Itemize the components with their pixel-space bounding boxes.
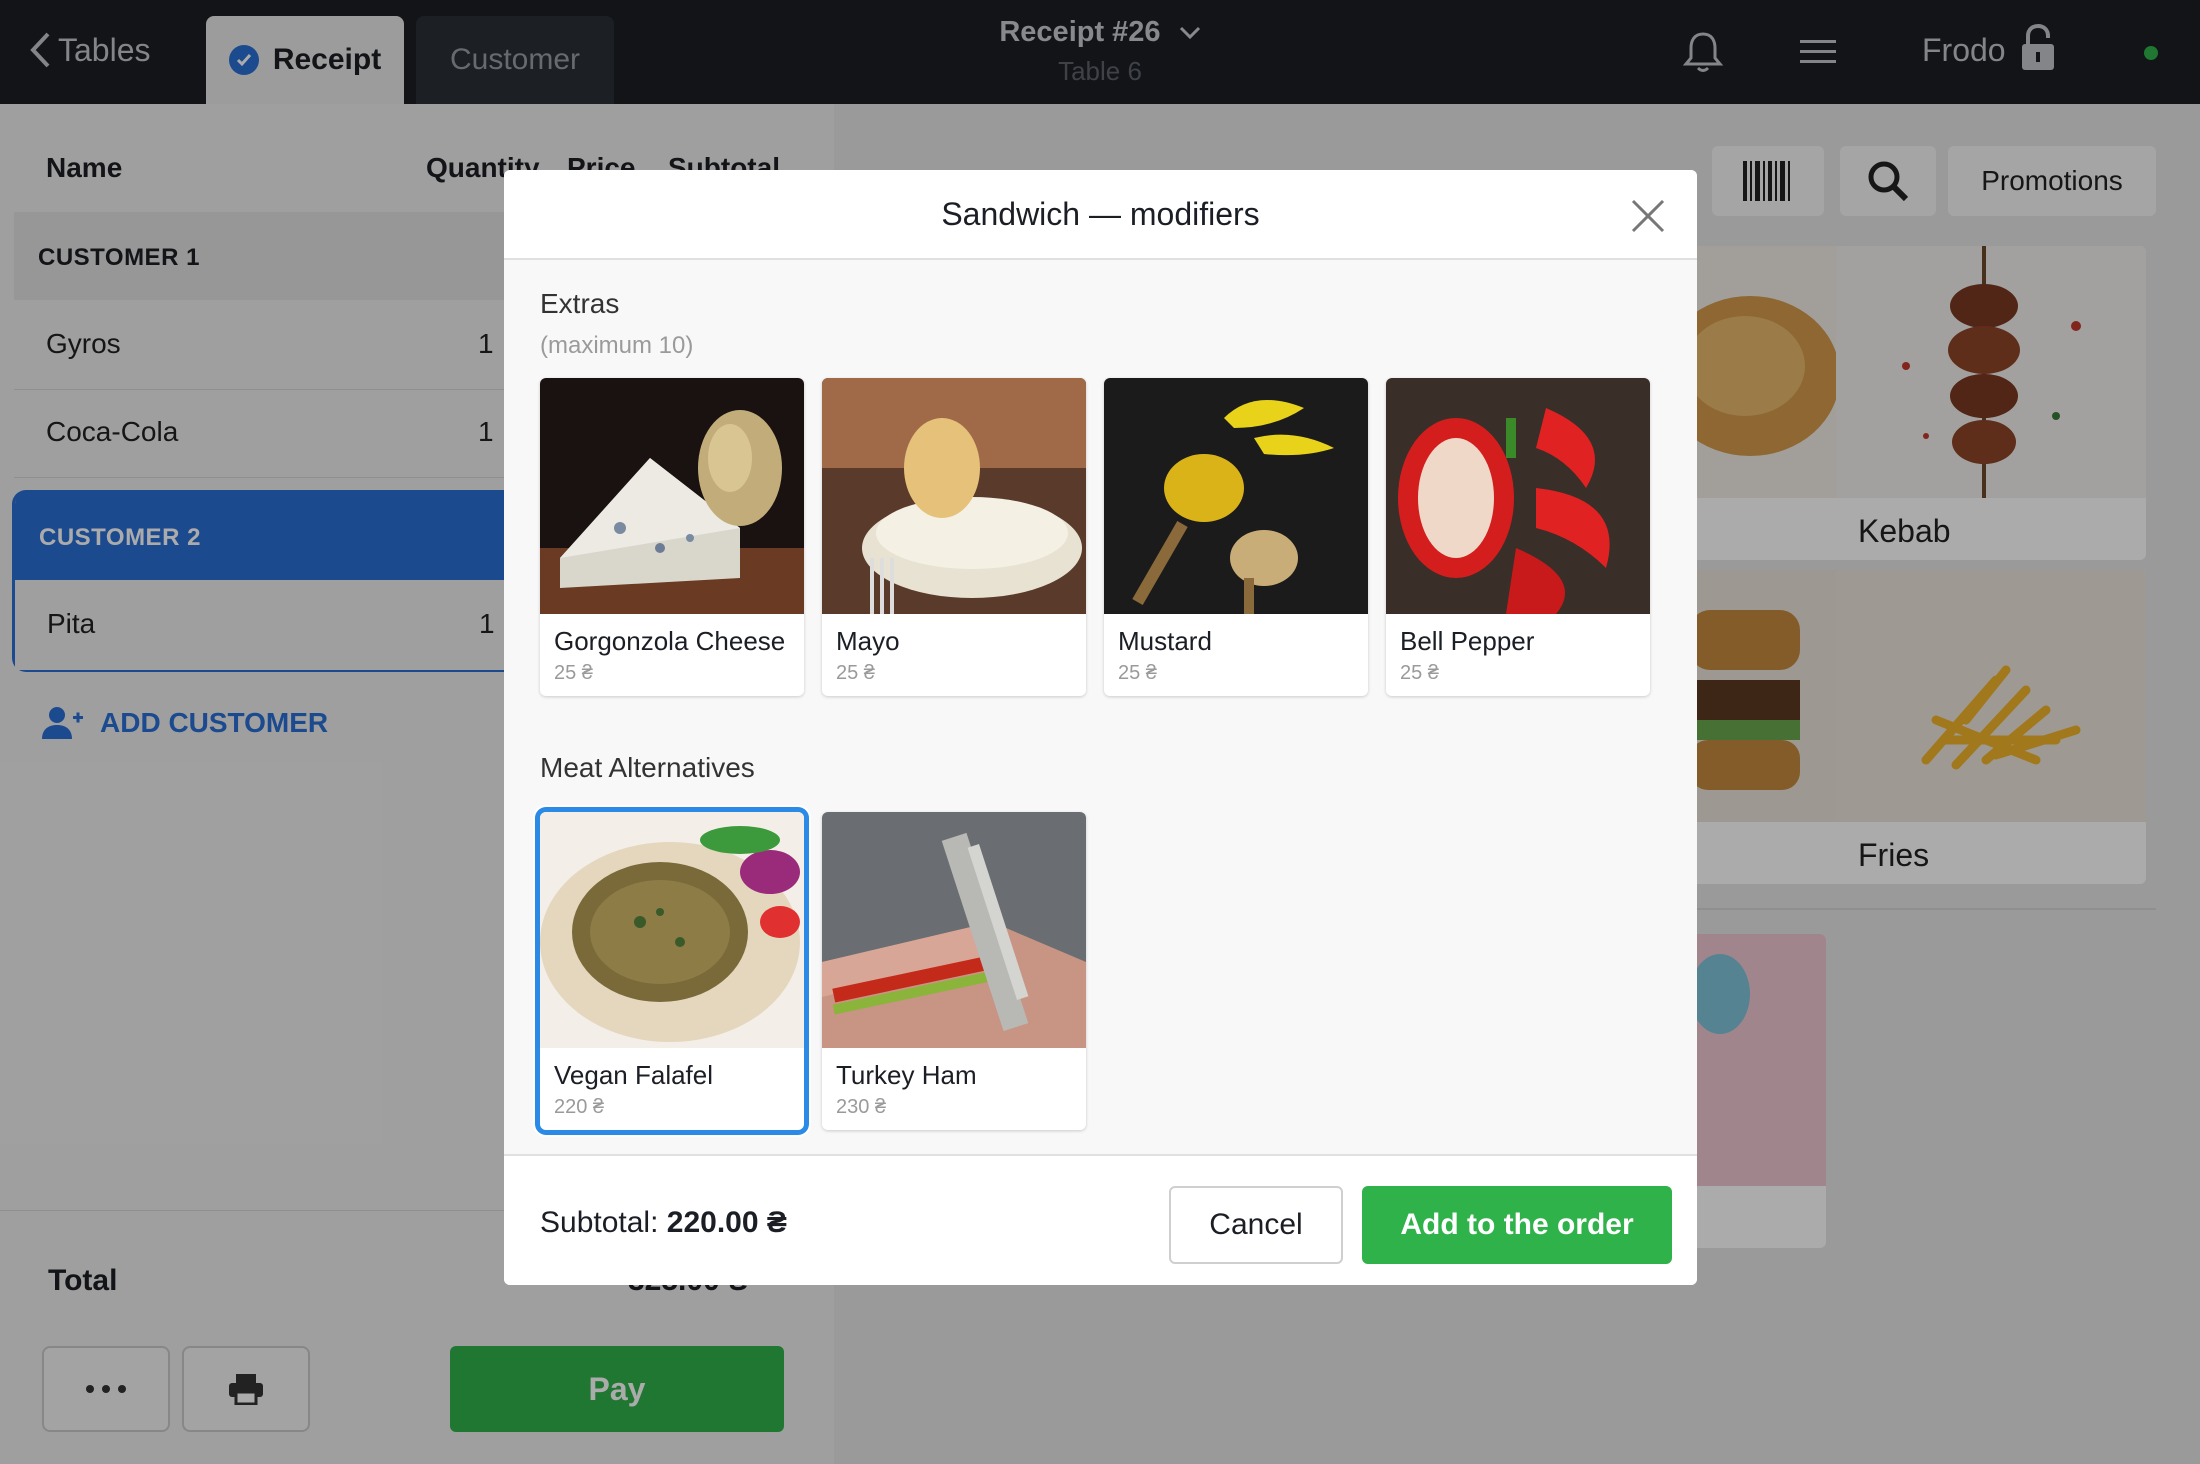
modifier-name: Mayo	[836, 626, 900, 656]
modifier-name: Gorgonzola Cheese	[554, 626, 786, 656]
modifier-name: Mustard	[1118, 626, 1212, 656]
modifier-price: 25 ₴	[1400, 662, 1439, 684]
modifier-card[interactable]: Turkey Ham 230 ₴	[822, 812, 1086, 1130]
bell-pepper-image	[1386, 378, 1650, 614]
modifier-name: Bell Pepper	[1400, 626, 1535, 656]
modifier-card[interactable]: Mayo 25 ₴	[822, 378, 1086, 696]
modifier-price: 230 ₴	[836, 1096, 887, 1118]
mayo-image	[822, 378, 1086, 614]
modifier-card-selected[interactable]: Vegan Falafel 220 ₴	[540, 812, 804, 1130]
modifier-price: 25 ₴	[836, 662, 875, 684]
modifier-price: 25 ₴	[554, 662, 593, 684]
modifier-card[interactable]: Bell Pepper 25 ₴	[1386, 378, 1650, 696]
vegan-falafel-image	[540, 812, 804, 1048]
modifiers-dialog: Sandwich — modifiers Extras (maximum 10)…	[504, 170, 1697, 1285]
dialog-subtotal: Subtotal: 220.00 ₴	[540, 1206, 787, 1240]
modifier-name: Vegan Falafel	[554, 1060, 714, 1090]
modifier-card[interactable]: Gorgonzola Cheese 25 ₴	[540, 378, 804, 696]
section-limit: (maximum 10)	[540, 332, 694, 359]
dialog-header: Sandwich — modifiers	[504, 170, 1697, 260]
modifier-card[interactable]: Mustard 25 ₴	[1104, 378, 1368, 696]
mustard-image	[1104, 378, 1368, 614]
modifier-price: 220 ₴	[554, 1096, 605, 1118]
modifier-price: 25 ₴	[1118, 662, 1157, 684]
turkey-ham-image	[822, 812, 1086, 1048]
gorgonzola-image	[540, 378, 804, 614]
section-title: Meat Alternatives	[540, 752, 755, 783]
section-title: Extras	[540, 288, 620, 319]
close-icon[interactable]	[1628, 196, 1668, 236]
cancel-button[interactable]: Cancel	[1169, 1186, 1343, 1264]
subtotal-value: 220.00 ₴	[666, 1206, 787, 1239]
subtotal-label: Subtotal:	[540, 1206, 659, 1239]
dialog-title: Sandwich — modifiers	[941, 196, 1260, 232]
add-to-order-button[interactable]: Add to the order	[1362, 1186, 1672, 1264]
modifier-name: Turkey Ham	[836, 1060, 977, 1090]
